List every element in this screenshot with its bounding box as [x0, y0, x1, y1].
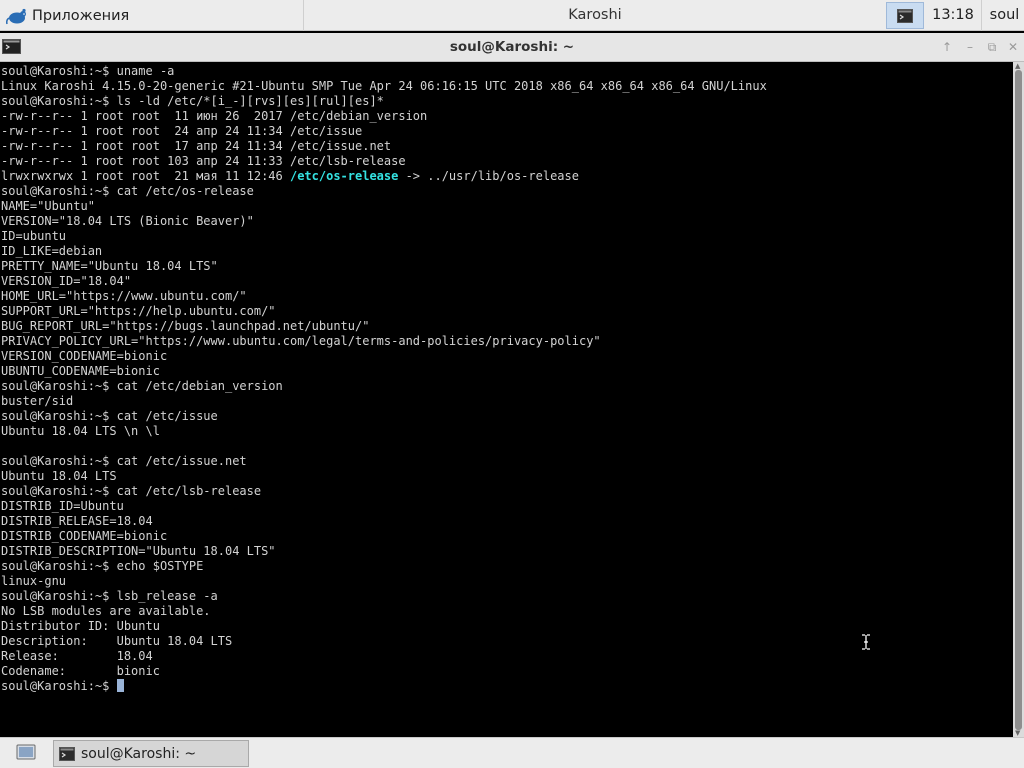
window-title: soul@Karoshi: ~ [449, 39, 575, 55]
symlink-target: -> ../usr/lib/os-release [398, 169, 579, 183]
terminal-line: VERSION_CODENAME=bionic [1, 349, 168, 363]
terminal-line: buster/sid [1, 394, 74, 408]
terminal-line: DISTRIB_DESCRIPTION="Ubuntu 18.04 LTS" [1, 544, 276, 558]
user-menu[interactable]: soul [985, 0, 1024, 31]
minimize-window-icon[interactable]: – [962, 40, 978, 54]
terminal-icon [59, 746, 75, 761]
terminal-lines: soul@Karoshi:~$ uname -a Linux Karoshi 4.… [0, 62, 1013, 694]
applications-menu-button[interactable]: Приложения [0, 0, 304, 31]
terminal-line: PRIVACY_POLICY_URL="https://www.ubuntu.c… [1, 334, 601, 348]
terminal-line: Linux Karoshi 4.15.0-20-generic #21-Ubun… [1, 79, 767, 93]
shade-window-icon[interactable]: ↑ [939, 40, 955, 54]
terminal-line: NAME="Ubuntu" [1, 199, 95, 213]
scroll-up-icon[interactable]: ▲ [1015, 62, 1020, 70]
bottom-taskbar: soul@Karoshi: ~ [0, 737, 1024, 768]
taskbar-item-terminal[interactable]: soul@Karoshi: ~ [53, 740, 249, 767]
terminal-line: soul@Karoshi:~$ ls -ld /etc/*[i_-][rvs][… [1, 94, 384, 108]
terminal-line: DISTRIB_CODENAME=bionic [1, 529, 168, 543]
terminal-line: DISTRIB_ID=Ubuntu [1, 499, 124, 513]
terminal-line: UBUNTU_CODENAME=bionic [1, 364, 160, 378]
terminal-line: soul@Karoshi:~$ cat /etc/issue [1, 409, 218, 423]
terminal-line: HOME_URL="https://www.ubuntu.com/" [1, 289, 247, 303]
terminal-line: soul@Karoshi:~$ echo $OSTYPE [1, 559, 204, 573]
scroll-down-icon[interactable]: ▼ [1015, 729, 1020, 737]
terminal-line: PRETTY_NAME="Ubuntu 18.04 LTS" [1, 259, 218, 273]
terminal-line: soul@Karoshi:~$ cat /etc/lsb-release [1, 484, 262, 498]
mouse-logo-icon [6, 8, 26, 24]
terminal-line: soul@Karoshi:~$ cat /etc/debian_version [1, 379, 283, 393]
terminal-line: VERSION_ID="18.04" [1, 274, 132, 288]
terminal-line: ID_LIKE=debian [1, 244, 103, 258]
terminal-line: SUPPORT_URL="https://help.ubuntu.com/" [1, 304, 276, 318]
symlink-name: /etc/os-release [289, 169, 399, 183]
close-window-icon[interactable]: ✕ [1005, 40, 1021, 54]
text-cursor-icon [862, 634, 870, 650]
terminal-line: -rw-r--r-- 1 root root 11 июн 26 2017 /e… [1, 109, 428, 123]
active-window-title: Karoshi [568, 7, 622, 23]
top-panel: Приложения Karoshi 13:18 soul [0, 0, 1024, 31]
window-titlebar[interactable]: soul@Karoshi: ~ ↑ – ⧉ ✕ [0, 33, 1024, 62]
terminal-line: Codename: bionic [1, 664, 160, 678]
terminal-line: linux-gnu [1, 574, 67, 588]
terminal-line: Ubuntu 18.04 LTS [1, 469, 117, 483]
terminal-line: -rw-r--r-- 1 root root 17 апр 24 11:34 /… [1, 139, 392, 153]
terminal-scrollbar[interactable]: ▲ ▼ [1013, 62, 1024, 737]
clock[interactable]: 13:18 [925, 0, 982, 31]
terminal-line: DISTRIB_RELEASE=18.04 [1, 514, 153, 528]
terminal-tray-button[interactable] [886, 2, 924, 29]
terminal-line: soul@Karoshi:~$ [1, 679, 1013, 694]
terminal-line: No LSB modules are available. [1, 604, 211, 618]
taskbar-item-label: soul@Karoshi: ~ [81, 745, 197, 762]
terminal-line: ID=ubuntu [1, 229, 67, 243]
terminal-line: Ubuntu 18.04 LTS \n \l [1, 424, 160, 438]
terminal-line: soul@Karoshi:~$ cat /etc/issue.net [1, 454, 247, 468]
terminal-line: lrwxrwxrwx 1 root root 21 мая 11 12:46 /… [1, 169, 579, 183]
terminal-line: Release: 18.04 [1, 649, 153, 663]
terminal-line: -rw-r--r-- 1 root root 103 апр 24 11:33 … [1, 154, 406, 168]
terminal-line: VERSION="18.04 LTS (Bionic Beaver)" [1, 214, 254, 228]
applications-menu-label: Приложения [32, 7, 130, 24]
terminal-icon [897, 8, 913, 23]
terminal-line: soul@Karoshi:~$ cat /etc/os-release [1, 184, 254, 198]
terminal-line: soul@Karoshi:~$ lsb_release -a [1, 589, 218, 603]
restore-window-icon[interactable]: ⧉ [984, 40, 1000, 54]
scrollbar-thumb[interactable] [1015, 70, 1022, 730]
terminal-line: soul@Karoshi:~$ uname -a [1, 64, 175, 78]
terminal-line: Distributor ID: Ubuntu [1, 619, 160, 633]
terminal-line: -rw-r--r-- 1 root root 24 апр 24 11:34 /… [1, 124, 363, 138]
terminal-cursor [116, 679, 124, 692]
show-desktop-icon[interactable] [12, 743, 40, 763]
terminal-line: BUG_REPORT_URL="https://bugs.launchpad.n… [1, 319, 370, 333]
